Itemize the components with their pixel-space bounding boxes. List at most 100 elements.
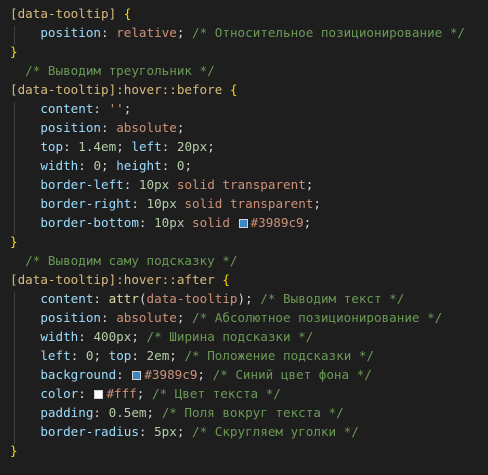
- code-line[interactable]: border-bottom: 10px solid #3989c9;: [0, 213, 488, 232]
- code-line[interactable]: /* Выводим треугольник */: [0, 61, 488, 80]
- token-punct: :: [78, 386, 94, 401]
- color-swatch[interactable]: [132, 371, 142, 380]
- token-value: relative: [116, 25, 177, 40]
- token-punct: ;: [146, 405, 162, 420]
- token-punct: ;: [305, 177, 314, 192]
- token-punct: [10, 253, 25, 268]
- token-comment: /* Абсолютное позиционирование */: [192, 310, 443, 325]
- code-line[interactable]: /* Выводим саму подсказку */: [0, 251, 488, 270]
- token-property: padding: [40, 405, 94, 420]
- code-line[interactable]: border-radius: 5px; /* Скругляем уголки …: [0, 422, 488, 441]
- code-line[interactable]: [data-tooltip] {: [0, 4, 488, 23]
- token-comment: /* Выводим саму подсказку */: [25, 253, 238, 268]
- token-punct: ;: [176, 120, 185, 135]
- code-line[interactable]: [data-tooltip]:hover::after {: [0, 270, 488, 289]
- token-property: content: [40, 101, 94, 116]
- code-line[interactable]: position: absolute; /* Абсолютное позици…: [0, 308, 488, 327]
- token-punct: ;: [176, 310, 193, 325]
- token-punct: ;: [93, 348, 109, 363]
- token-number: 5px: [154, 424, 177, 439]
- code-line[interactable]: padding: 0.5em; /* Поля вокруг текста */: [0, 403, 488, 422]
- token-func: attr: [108, 291, 139, 306]
- code-line[interactable]: background: #3989c9; /* Синий цвет фона …: [0, 365, 488, 384]
- color-swatch[interactable]: [238, 219, 248, 228]
- code-line[interactable]: content: attr(data-tooltip); /* Выводим …: [0, 289, 488, 308]
- token-punct: :: [93, 405, 109, 420]
- token-property: left: [40, 348, 71, 363]
- token-punct: ;: [176, 25, 193, 40]
- token-punct: :: [161, 158, 177, 173]
- token-pseudo: :hover::before: [116, 82, 223, 97]
- token-punct: [10, 196, 40, 211]
- token-punct: ;: [313, 196, 321, 211]
- token-value: #3989c9: [250, 215, 304, 230]
- code-line[interactable]: border-left: 10px solid transparent;: [0, 175, 488, 194]
- token-punct: ;: [207, 139, 215, 154]
- token-punct: [10, 348, 40, 363]
- token-comment: /* Выводим треугольник */: [25, 63, 215, 78]
- code-line[interactable]: content: '';: [0, 99, 488, 118]
- token-punct: :: [78, 329, 94, 344]
- code-editor[interactable]: [data-tooltip] { position: relative; /* …: [0, 0, 488, 475]
- token-property: width: [40, 329, 79, 344]
- token-property: background: [40, 367, 117, 382]
- token-punct: [222, 196, 230, 211]
- token-punct: :: [131, 196, 147, 211]
- token-value: absolute: [116, 310, 177, 325]
- token-property: position: [40, 310, 102, 325]
- token-punct: :: [101, 120, 117, 135]
- code-line[interactable]: [data-tooltip]:hover::before {: [0, 80, 488, 99]
- token-punct: :: [78, 158, 94, 173]
- token-punct: :: [138, 215, 155, 230]
- token-property: height: [116, 158, 162, 173]
- token-punct: :: [131, 348, 147, 363]
- code-line[interactable]: }: [0, 441, 488, 460]
- token-punct: ;: [101, 158, 117, 173]
- token-punct: :: [63, 139, 79, 154]
- token-punct: (: [138, 291, 147, 306]
- token-pseudo: :hover::after: [116, 272, 215, 287]
- token-comment: /* Положение подсказки */: [184, 348, 375, 363]
- code-line[interactable]: }: [0, 232, 488, 251]
- token-comment: /* Ширина подсказки */: [146, 329, 314, 344]
- token-punct: :: [93, 291, 109, 306]
- code-line[interactable]: width: 400px; /* Ширина подсказки */: [0, 327, 488, 346]
- token-punct: :: [101, 25, 117, 40]
- token-punct: :: [138, 424, 155, 439]
- code-line[interactable]: position: relative; /* Относительное поз…: [0, 23, 488, 42]
- token-property: width: [40, 158, 79, 173]
- code-line[interactable]: }: [0, 42, 488, 61]
- color-swatch[interactable]: [94, 390, 104, 399]
- token-punct: [10, 424, 40, 439]
- code-line[interactable]: width: 0; height: 0;: [0, 156, 488, 175]
- token-number: 1.4em: [78, 139, 117, 154]
- token-value: transparent: [222, 177, 306, 192]
- token-punct: ;: [184, 158, 193, 173]
- token-punct: [10, 63, 25, 78]
- token-punct: [222, 82, 230, 97]
- token-punct: [10, 177, 40, 192]
- token-punct: ;: [303, 215, 312, 230]
- token-punct: [10, 101, 40, 116]
- token-punct: [10, 25, 40, 40]
- token-brace: }: [10, 234, 18, 249]
- token-value: absolute: [116, 120, 177, 135]
- code-line[interactable]: top: 1.4em; left: 20px;: [0, 137, 488, 156]
- token-number: 10px: [138, 177, 170, 192]
- token-punct: [10, 291, 40, 306]
- token-property: top: [40, 139, 64, 154]
- token-punct: ;: [169, 348, 185, 363]
- code-line[interactable]: color: #fff; /* Цвет текста */: [0, 384, 488, 403]
- code-line[interactable]: left: 0; top: 2em; /* Положение подсказк…: [0, 346, 488, 365]
- token-punct: ;: [131, 329, 147, 344]
- token-brace: {: [229, 82, 238, 97]
- code-line[interactable]: border-right: 10px solid transparent;: [0, 194, 488, 213]
- token-value: solid: [192, 215, 230, 230]
- token-punct: ;: [116, 139, 132, 154]
- token-brace: }: [10, 443, 18, 458]
- token-comment: /* Синий цвет фона */: [212, 367, 372, 382]
- token-property: border-left: [40, 177, 124, 192]
- token-value: data-tooltip: [146, 291, 238, 306]
- token-punct: :: [70, 348, 86, 363]
- code-line[interactable]: position: absolute;: [0, 118, 488, 137]
